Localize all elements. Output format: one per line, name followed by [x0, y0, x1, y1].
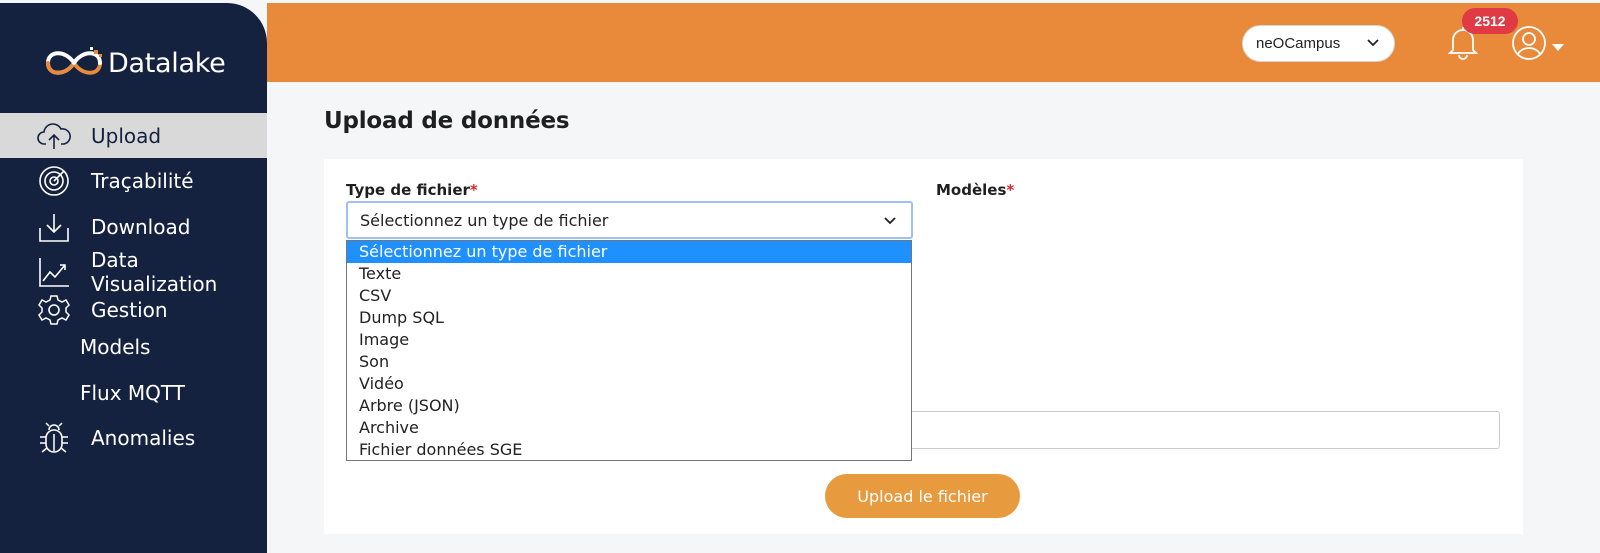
chart-icon: [37, 255, 71, 289]
download-icon: [37, 210, 71, 244]
chevron-down-icon: [1367, 39, 1379, 47]
file-type-select-value: Sélectionnez un type de fichier: [360, 210, 609, 230]
file-type-option[interactable]: Sélectionnez un type de fichier: [347, 241, 911, 263]
gear-icon: [37, 293, 71, 327]
file-type-select[interactable]: Sélectionnez un type de fichier: [346, 201, 913, 239]
file-type-option[interactable]: CSV: [347, 285, 911, 307]
sidebar-item-gestion[interactable]: Gestion: [0, 287, 267, 332]
sidebar-item-label: Download: [91, 214, 191, 239]
bug-icon: [37, 421, 71, 455]
campus-select[interactable]: neOCampus: [1242, 25, 1395, 62]
sidebar-item-label: Anomalies: [91, 425, 196, 450]
required-mark: *: [469, 181, 478, 199]
file-type-option[interactable]: Son: [347, 351, 911, 373]
user-menu-button[interactable]: [1511, 25, 1547, 66]
sidebar-item-download[interactable]: Download: [0, 204, 267, 249]
sidebar-item-tracabilite[interactable]: Traçabilité: [0, 158, 267, 203]
file-input-field[interactable]: [900, 411, 1500, 449]
sidebar-item-upload[interactable]: Upload: [0, 113, 267, 158]
file-type-option[interactable]: Texte: [347, 263, 911, 285]
required-mark: *: [1006, 181, 1015, 199]
file-type-option[interactable]: Arbre (JSON): [347, 395, 911, 417]
file-type-option[interactable]: Vidéo: [347, 373, 911, 395]
app-name: Datalake: [108, 47, 226, 79]
target-icon: [37, 164, 71, 198]
caret-down-icon[interactable]: [1552, 44, 1564, 52]
sidebar-item-label: Traçabilité: [91, 168, 194, 193]
page-title: Upload de données: [324, 108, 570, 134]
app-root: Datalake Upload Traçabilité Download Dat…: [0, 0, 1600, 553]
sidebar-item-label: Gestion: [91, 297, 168, 322]
sidebar: Datalake Upload Traçabilité Download Dat…: [0, 3, 267, 553]
logo[interactable]: Datalake: [44, 43, 226, 83]
sidebar-subitem-flux-mqtt[interactable]: Flux MQTT: [80, 381, 185, 405]
user-circle-icon: [1512, 26, 1546, 60]
notification-count-badge: 2512: [1462, 8, 1518, 34]
file-type-option[interactable]: Image: [347, 329, 911, 351]
infinity-logo-icon: [45, 47, 102, 75]
campus-select-value: neOCampus: [1256, 35, 1341, 52]
upload-file-button[interactable]: Upload le fichier: [825, 474, 1020, 518]
file-type-option[interactable]: Archive: [347, 417, 911, 439]
cloud-upload-icon: [37, 119, 71, 153]
sidebar-item-anomalies[interactable]: Anomalies: [0, 415, 267, 460]
sidebar-item-label: Upload: [91, 123, 162, 148]
file-type-label: Type de fichier*: [346, 181, 478, 199]
file-type-option[interactable]: Dump SQL: [347, 307, 911, 329]
chevron-down-icon: [884, 217, 896, 225]
models-label: Modèles*: [936, 181, 1014, 199]
file-type-label-text: Type de fichier: [346, 181, 470, 199]
models-label-text: Modèles: [936, 181, 1007, 199]
topbar: [267, 3, 1600, 82]
file-type-dropdown: Sélectionnez un type de fichier Texte CS…: [346, 240, 912, 461]
sidebar-subitem-models[interactable]: Models: [80, 335, 150, 359]
file-type-option[interactable]: Fichier données SGE: [347, 439, 911, 461]
